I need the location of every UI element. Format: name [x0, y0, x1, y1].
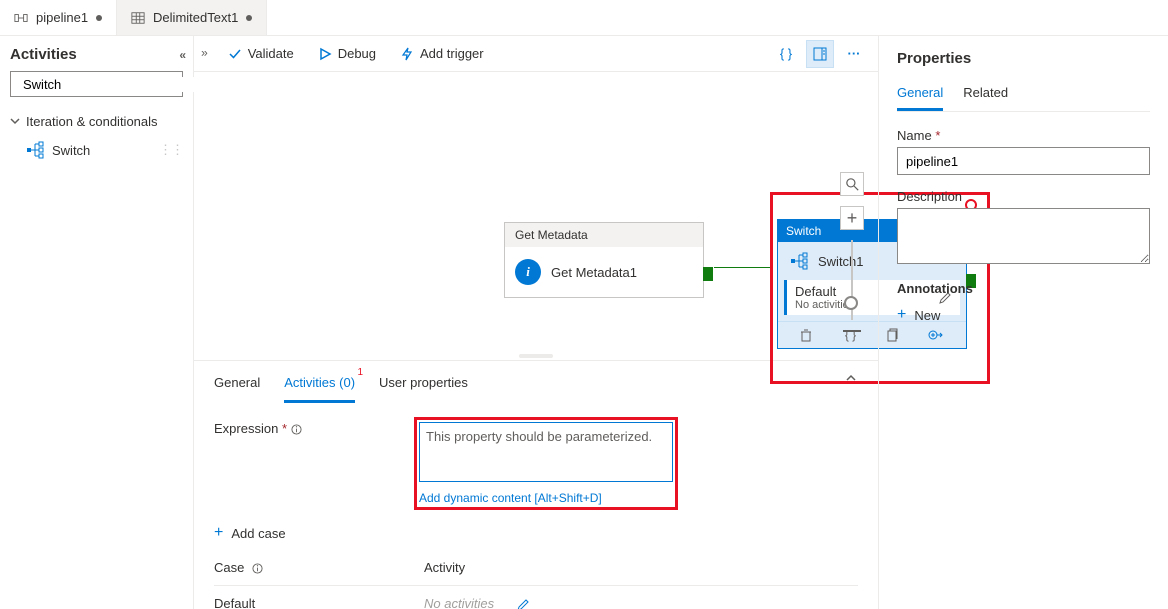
pipeline-canvas[interactable]: Get Metadata i Get Metadata1 Switch Swit… — [194, 72, 878, 352]
panel-resize-handle[interactable] — [519, 354, 553, 358]
more-menu-button[interactable]: ··· — [840, 40, 868, 68]
row-case: Default — [214, 596, 424, 609]
add-trigger-label: Add trigger — [420, 46, 484, 61]
validate-label: Validate — [248, 46, 294, 61]
description-input[interactable] — [897, 208, 1150, 264]
activity-search[interactable] — [10, 71, 183, 97]
row-activity: No activities — [424, 596, 494, 609]
tab-activities-label: Activities (0) — [284, 375, 355, 390]
node-get-metadata[interactable]: Get Metadata i Get Metadata1 — [504, 222, 704, 298]
add-case-label: Add case — [231, 526, 285, 541]
tab-label: DelimitedText1 — [153, 10, 238, 25]
expression-label: Expression * — [214, 417, 374, 436]
new-annotation-button[interactable]: + New — [897, 300, 1150, 330]
debug-button[interactable]: Debug — [308, 42, 386, 65]
add-dynamic-content-link[interactable]: Add dynamic content [Alt+Shift+D] — [419, 491, 673, 505]
play-icon — [318, 47, 332, 61]
col-activity: Activity — [424, 560, 465, 575]
node-name: Get Metadata1 — [551, 265, 637, 280]
code-view-button[interactable]: { } — [772, 40, 800, 68]
chevron-down-icon — [10, 116, 20, 126]
info-icon: i — [515, 259, 541, 285]
node-header: Get Metadata — [505, 223, 703, 247]
category-iteration[interactable]: Iteration & conditionals — [10, 107, 183, 135]
properties-toggle-button[interactable] — [806, 40, 834, 68]
annotations-label: Annotations — [897, 281, 1150, 296]
braces-icon: { } — [780, 46, 792, 61]
sidebar-title: Activities — [10, 46, 77, 63]
activity-settings-panel: General Activities (0) 1 User properties… — [194, 360, 878, 609]
designer-area: « Validate Debug Add trigger { } — [194, 36, 878, 609]
dirty-dot-icon — [96, 15, 102, 21]
output-port[interactable] — [703, 267, 713, 281]
ellipsis-icon: ··· — [848, 46, 861, 61]
dataset-icon — [131, 11, 145, 25]
zoom-out-button[interactable] — [843, 330, 861, 332]
activity-switch[interactable]: Switch ⋮⋮ — [10, 135, 183, 165]
drag-grip-icon: ⋮⋮ — [159, 142, 183, 158]
expression-input[interactable] — [419, 422, 673, 482]
connector-line[interactable] — [714, 267, 772, 268]
name-input[interactable] — [897, 147, 1150, 175]
properties-icon — [813, 47, 827, 61]
zoom-thumb[interactable] — [844, 296, 858, 310]
pencil-icon[interactable] — [516, 598, 530, 609]
zoom-slider[interactable] — [851, 240, 853, 320]
dirty-dot-icon — [246, 15, 252, 21]
properties-title: Properties — [897, 50, 1150, 67]
switch-icon — [26, 141, 44, 159]
info-icon[interactable] — [252, 563, 263, 574]
info-icon[interactable] — [291, 424, 302, 435]
expand-sidebar-icon[interactable]: « — [204, 47, 208, 61]
description-label: Description — [897, 189, 1150, 204]
search-icon — [846, 178, 859, 191]
tab-delimitedtext1[interactable]: DelimitedText1 — [117, 0, 267, 35]
add-trigger-button[interactable]: Add trigger — [390, 42, 494, 65]
plus-icon: + — [897, 306, 906, 324]
props-tab-related[interactable]: Related — [963, 81, 1008, 111]
tab-label: pipeline1 — [36, 10, 88, 25]
lightning-icon — [400, 47, 414, 61]
editor-tabs: pipeline1 DelimitedText1 — [0, 0, 1168, 36]
name-label: Name * — [897, 128, 1150, 143]
new-label: New — [914, 308, 940, 323]
chevron-up-icon[interactable] — [844, 371, 858, 385]
canvas-search-button[interactable] — [840, 172, 864, 196]
zoom-in-button[interactable]: + — [840, 206, 864, 230]
activity-label: Switch — [52, 143, 90, 158]
activities-sidebar: Activities « Iteration & conditionals Sw… — [0, 36, 194, 609]
category-label: Iteration & conditionals — [26, 114, 158, 129]
props-tab-general[interactable]: General — [897, 81, 943, 111]
tab-activities[interactable]: Activities (0) 1 — [284, 369, 355, 403]
cases-table: Case Activity Default No activities — [194, 550, 878, 609]
switch-icon — [790, 252, 808, 270]
properties-pane: Properties General Related Name * Descri… — [878, 36, 1168, 609]
check-icon — [228, 47, 242, 61]
pipeline-icon — [14, 11, 28, 25]
validate-button[interactable]: Validate — [218, 42, 304, 65]
tab-general[interactable]: General — [214, 369, 260, 403]
delete-icon[interactable] — [799, 328, 817, 342]
error-badge: 1 — [357, 367, 363, 378]
add-case-button[interactable]: + Add case — [194, 516, 878, 550]
tab-user-properties[interactable]: User properties — [379, 369, 468, 403]
highlight-expression-area: Add dynamic content [Alt+Shift+D] — [414, 417, 678, 510]
tab-pipeline1[interactable]: pipeline1 — [0, 0, 117, 35]
debug-label: Debug — [338, 46, 376, 61]
canvas-controls: + — [840, 172, 864, 332]
activity-search-input[interactable] — [23, 77, 199, 92]
collapse-sidebar-icon[interactable]: « — [179, 48, 183, 62]
plus-icon: + — [214, 524, 223, 542]
col-case: Case — [214, 560, 244, 575]
table-row: Default No activities — [214, 586, 858, 609]
